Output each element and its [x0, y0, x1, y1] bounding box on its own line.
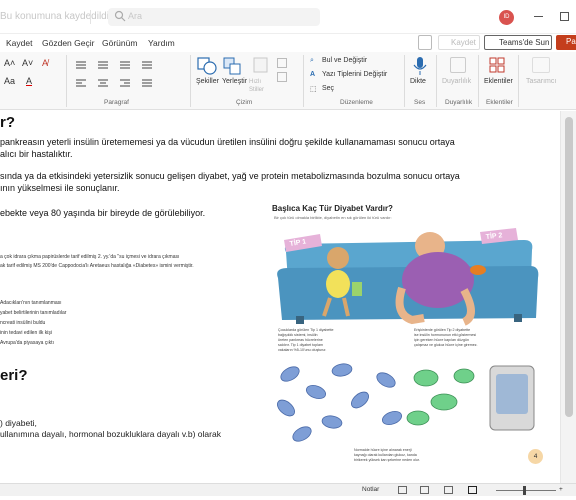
page-number-badge: 4	[528, 449, 543, 464]
notes-button[interactable]: Notlar	[362, 486, 379, 493]
caption-line: çalışmaz ve glukoz hücre içine giremez.	[414, 343, 478, 347]
shapes-button-label[interactable]: Şekiller	[196, 78, 219, 85]
diabetes-types-infographic[interactable]: Başlıca Kaç Tür Diyabet Vardır? Bir çok …	[268, 204, 546, 468]
timeline-item: inin tedavi edilen ilk kişi	[0, 330, 52, 336]
history-line-1: a çok idrara çıkma papirüslerde tarif ed…	[0, 254, 180, 260]
present-in-teams-button[interactable]: Teams'de Sun	[484, 35, 552, 50]
ribbon-separator	[404, 55, 405, 107]
menu-item-view[interactable]: Görünüm	[102, 38, 137, 48]
avatar[interactable]: ID	[499, 10, 514, 25]
select-icon: ⬚	[310, 86, 317, 93]
paragraph-group-label: Paragraf	[104, 99, 129, 106]
quick-styles-label[interactable]: Hızlı Stiller	[249, 78, 273, 94]
editing-group-label: Düzenleme	[340, 99, 373, 106]
addins-icon[interactable]	[488, 56, 506, 74]
font-size-icon[interactable]: Aa	[4, 76, 15, 86]
drawing-group-label: Çizim	[236, 99, 253, 106]
definition-line-2: alıcı bir hastalıktır.	[0, 149, 73, 159]
minimize-icon[interactable]	[534, 16, 543, 17]
status-bar: Notlar +	[0, 483, 576, 496]
ribbon-separator	[436, 55, 437, 107]
definition-line-1: pankreasın yeterli insülin üretememesi y…	[0, 137, 455, 147]
sensitivity-icon[interactable]	[450, 57, 466, 73]
voice-group-label: Ses	[414, 99, 426, 106]
shapes-icon[interactable]	[196, 56, 218, 76]
sensitivity-button-label[interactable]: Duyarlılık	[442, 78, 471, 85]
presentation-window: Bu konumuna kaydedildi Ara ID Kaydet Göz…	[0, 0, 576, 500]
types-line-1: ) diyabeti,	[0, 418, 37, 428]
zoom-slider-handle[interactable]	[523, 486, 526, 495]
sensitivity-group-label: Duyarlılık	[445, 99, 473, 106]
caption-line: birikerek yüksek kan şekerine neden olur…	[354, 458, 420, 462]
timeline-item: Avrupa'da piyasaya çıktı	[0, 340, 54, 346]
font-grow-icon[interactable]: A˄	[4, 58, 15, 68]
comment-icon[interactable]	[418, 35, 432, 50]
metabolism-line-2: ının yükselmesi ile sonuçlanır.	[0, 183, 120, 193]
ribbon-separator	[303, 55, 304, 107]
microphone-icon[interactable]	[412, 55, 428, 77]
designer-icon[interactable]	[532, 57, 550, 73]
caption-line: vakaların %5-10'unu oluşturur.	[278, 348, 327, 352]
scrollbar-thumb[interactable]	[565, 117, 573, 417]
addins-button-label[interactable]: Eklentiler	[484, 78, 513, 85]
couch-illustration: TİP 1 TİP 2	[277, 228, 539, 326]
menu-item-review[interactable]: Gözden Geçir	[42, 38, 94, 48]
heading-types: eri?	[0, 367, 28, 384]
normal-view-icon[interactable]	[398, 486, 407, 494]
maximize-icon[interactable]	[560, 12, 569, 21]
shape-fill-icon[interactable]	[277, 58, 287, 68]
addins-group-label: Eklentiler	[486, 99, 513, 106]
search-icon	[114, 10, 126, 22]
search-placeholder: Ara	[128, 11, 143, 21]
history-line-2: ak tarif edilmiş MS 200'de Cappodocia'lı…	[0, 263, 194, 269]
font-color-icon[interactable]: A	[26, 76, 32, 86]
age-line: ebekte veya 80 yaşında bir bireyde de gö…	[0, 208, 206, 218]
ribbon: A˄ A˅ A̸ Aa A Paragraf Şekiller Yerleşti…	[0, 52, 576, 110]
share-button[interactable]: Pa	[556, 35, 576, 50]
arrange-icon[interactable]	[222, 56, 244, 76]
ribbon-separator	[190, 55, 191, 107]
arrange-button-label[interactable]: Yerleştir	[222, 78, 247, 85]
heading-what-is: r?	[0, 114, 15, 131]
timeline-item: Adacıkları'nın tanımlanması	[0, 300, 62, 306]
find-icon: ⌕	[310, 57, 314, 64]
save-button[interactable]: Kaydet	[438, 35, 480, 50]
zoom-in-icon[interactable]: +	[559, 486, 563, 493]
types-line-2: ullanımına dayalı, hormonal bozukluklara…	[0, 429, 221, 439]
timeline-item: yabet belirtilerinin tanımladılar	[0, 310, 67, 316]
title-divider	[90, 10, 91, 24]
ribbon-separator	[518, 55, 519, 107]
ribbon-separator	[66, 55, 67, 107]
quick-styles-icon[interactable]	[252, 56, 270, 76]
menu-item-help[interactable]: Yardım	[148, 38, 175, 48]
zoom-slider[interactable]	[496, 490, 556, 491]
reading-view-icon[interactable]	[444, 486, 453, 494]
search-input[interactable]: Ara	[108, 8, 320, 26]
dictate-button-label[interactable]: Dikte	[410, 78, 426, 85]
menu-bar: Kaydet Gözden Geçir Görünüm Yardım Kayde…	[0, 34, 576, 52]
slideshow-icon[interactable]	[468, 486, 477, 494]
ribbon-separator	[478, 55, 479, 107]
replace-fonts-icon: A	[310, 71, 316, 78]
metabolism-line-1: sında ya da etkisindeki yetersizlik sonu…	[0, 171, 460, 181]
timeline-item: ncreati insülini buldu	[0, 320, 46, 326]
slide-sorter-icon[interactable]	[420, 486, 429, 494]
shape-outline-icon[interactable]	[277, 72, 287, 82]
document-title: Bu konumuna kaydedildi	[0, 11, 109, 22]
clear-format-icon[interactable]: A̸	[42, 58, 48, 68]
title-bar: Bu konumuna kaydedildi Ara ID	[0, 0, 576, 34]
paragraph-tools-icon[interactable]	[72, 58, 192, 94]
glucose-cells-illustration	[277, 363, 535, 442]
designer-button-label[interactable]: Tasarımcı	[526, 78, 556, 85]
vertical-scrollbar[interactable]	[560, 111, 576, 483]
infographic-title: Başlıca Kaç Tür Diyabet Vardır?	[272, 204, 393, 213]
font-shrink-icon[interactable]: A˅	[22, 58, 33, 68]
menu-item-save[interactable]: Kaydet	[6, 38, 32, 48]
select-button[interactable]: Seç	[322, 85, 334, 92]
replace-fonts-button[interactable]: Yazı Tiplerini Değiştir	[322, 71, 387, 78]
find-replace-button[interactable]: Bul ve Değiştir	[322, 57, 367, 64]
